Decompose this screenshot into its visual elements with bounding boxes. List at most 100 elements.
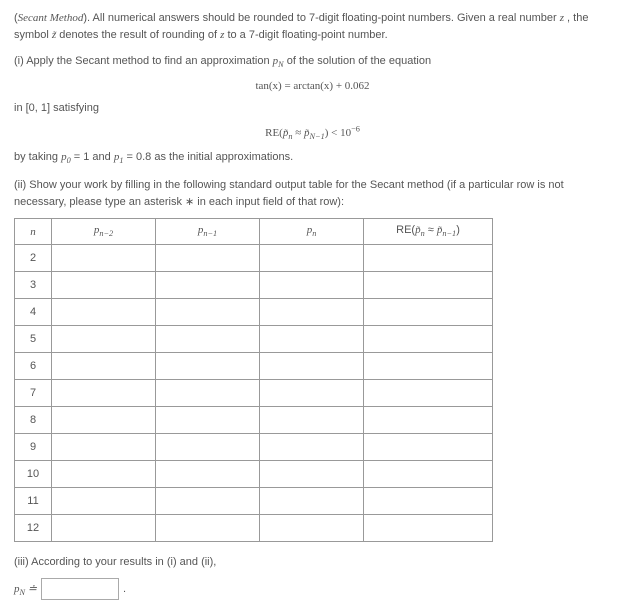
initial-approx: by taking p0 = 1 and p1 = 0.8 as the ini…: [14, 149, 611, 168]
input-pn1[interactable]: [156, 354, 259, 378]
n-cell: 4: [15, 298, 52, 325]
table-row: 4: [15, 298, 493, 325]
input-pn[interactable]: [260, 381, 363, 405]
final-period: .: [123, 583, 126, 595]
n-cell: 10: [15, 460, 52, 487]
table-row: 12: [15, 514, 493, 541]
n-cell: 6: [15, 352, 52, 379]
header-n: n: [15, 219, 52, 244]
table-row: 10: [15, 460, 493, 487]
input-pn1[interactable]: [156, 435, 259, 459]
part-ii-text: (ii) Show your work by filling in the fo…: [14, 177, 611, 210]
symbol-z: z: [560, 12, 564, 24]
table-row: 3: [15, 271, 493, 298]
input-pn1[interactable]: [156, 246, 259, 270]
input-pn[interactable]: [260, 354, 363, 378]
input-pn1[interactable]: [156, 327, 259, 351]
interval-line: in [0, 1] satisfying: [14, 100, 611, 117]
table-row: 2: [15, 244, 493, 271]
interval-text: in [0, 1] satisfying: [14, 102, 99, 114]
n-cell: 3: [15, 271, 52, 298]
input-re[interactable]: [364, 300, 492, 324]
n-cell: 5: [15, 325, 52, 352]
initial-text: by taking p0 = 1 and p1 = 0.8 as the ini…: [14, 151, 293, 163]
symbol-pN: pN: [273, 55, 284, 67]
input-pn1[interactable]: [156, 408, 259, 432]
input-pn2[interactable]: [52, 273, 155, 297]
header-pn1: pn−1: [156, 219, 260, 244]
input-pn[interactable]: [260, 246, 363, 270]
input-pn2[interactable]: [52, 381, 155, 405]
part-i-text-1: (i) Apply the Secant method to find an a…: [14, 55, 273, 67]
n-cell: 2: [15, 244, 52, 271]
intro-paragraph: (Secant Method). All numerical answers s…: [14, 10, 611, 43]
n-cell: 8: [15, 406, 52, 433]
input-pn[interactable]: [260, 435, 363, 459]
header-pn: pn: [260, 219, 364, 244]
input-pn1[interactable]: [156, 300, 259, 324]
final-answer-input[interactable]: [41, 578, 119, 600]
header-re: RE(p̃n ≈ p̃n−1): [364, 219, 493, 244]
criterion-text: RE(p̃n ≈ p̃N−1) < 10−6: [265, 127, 360, 139]
input-pn1[interactable]: [156, 273, 259, 297]
intro-title: (Secant Method).: [14, 12, 90, 24]
input-pn[interactable]: [260, 516, 363, 540]
table-row: 5: [15, 325, 493, 352]
input-pn[interactable]: [260, 273, 363, 297]
n-cell: 9: [15, 433, 52, 460]
final-answer-row: pN ≐ .: [14, 578, 611, 600]
header-pn2: pn−2: [52, 219, 156, 244]
input-pn1[interactable]: [156, 516, 259, 540]
symbol-z-2: z: [220, 29, 224, 41]
table-body: 2 3 4 5 6 7 8 9 10 11 12: [15, 244, 493, 541]
table-row: 7: [15, 379, 493, 406]
input-pn2[interactable]: [52, 489, 155, 513]
input-pn2[interactable]: [52, 408, 155, 432]
input-re[interactable]: [364, 489, 492, 513]
input-re[interactable]: [364, 246, 492, 270]
input-pn1[interactable]: [156, 489, 259, 513]
input-pn2[interactable]: [52, 246, 155, 270]
n-cell: 7: [15, 379, 52, 406]
secant-table: n pn−2 pn−1 pn RE(p̃n ≈ p̃n−1) 2 3 4 5 6…: [14, 218, 493, 541]
symbol-z-tilde: z̃: [52, 29, 56, 41]
input-re[interactable]: [364, 273, 492, 297]
equation-main: tan(x) = arctan(x) + 0.062: [14, 80, 611, 92]
input-pn2[interactable]: [52, 327, 155, 351]
table-header-row: n pn−2 pn−1 pn RE(p̃n ≈ p̃n−1): [15, 219, 493, 244]
input-pn[interactable]: [260, 300, 363, 324]
input-re[interactable]: [364, 435, 492, 459]
input-re[interactable]: [364, 462, 492, 486]
table-row: 6: [15, 352, 493, 379]
input-pn[interactable]: [260, 462, 363, 486]
table-row: 9: [15, 433, 493, 460]
input-pn2[interactable]: [52, 462, 155, 486]
input-re[interactable]: [364, 381, 492, 405]
input-pn[interactable]: [260, 489, 363, 513]
input-pn2[interactable]: [52, 300, 155, 324]
n-cell: 11: [15, 487, 52, 514]
intro-body-3: denotes the result of rounding of: [59, 29, 220, 41]
input-pn1[interactable]: [156, 381, 259, 405]
input-re[interactable]: [364, 327, 492, 351]
input-pn1[interactable]: [156, 462, 259, 486]
input-pn[interactable]: [260, 408, 363, 432]
intro-body-4: to a 7-digit floating-point number.: [227, 29, 387, 41]
input-pn2[interactable]: [52, 435, 155, 459]
intro-body-1: All numerical answers should be rounded …: [93, 12, 560, 24]
input-pn2[interactable]: [52, 354, 155, 378]
input-re[interactable]: [364, 408, 492, 432]
input-pn2[interactable]: [52, 516, 155, 540]
n-cell: 12: [15, 514, 52, 541]
input-re[interactable]: [364, 516, 492, 540]
part-i-text-2: of the solution of the equation: [287, 55, 431, 67]
equation-text: tan(x) = arctan(x) + 0.062: [255, 80, 369, 92]
table-row: 11: [15, 487, 493, 514]
input-re[interactable]: [364, 354, 492, 378]
part-iii-text: (iii) According to your results in (i) a…: [14, 554, 611, 571]
criterion-equation: RE(p̃n ≈ p̃N−1) < 10−6: [14, 124, 611, 141]
input-pn[interactable]: [260, 327, 363, 351]
part-i-lead: (i) Apply the Secant method to find an a…: [14, 53, 611, 72]
table-row: 8: [15, 406, 493, 433]
final-label: pN ≐: [14, 582, 37, 597]
